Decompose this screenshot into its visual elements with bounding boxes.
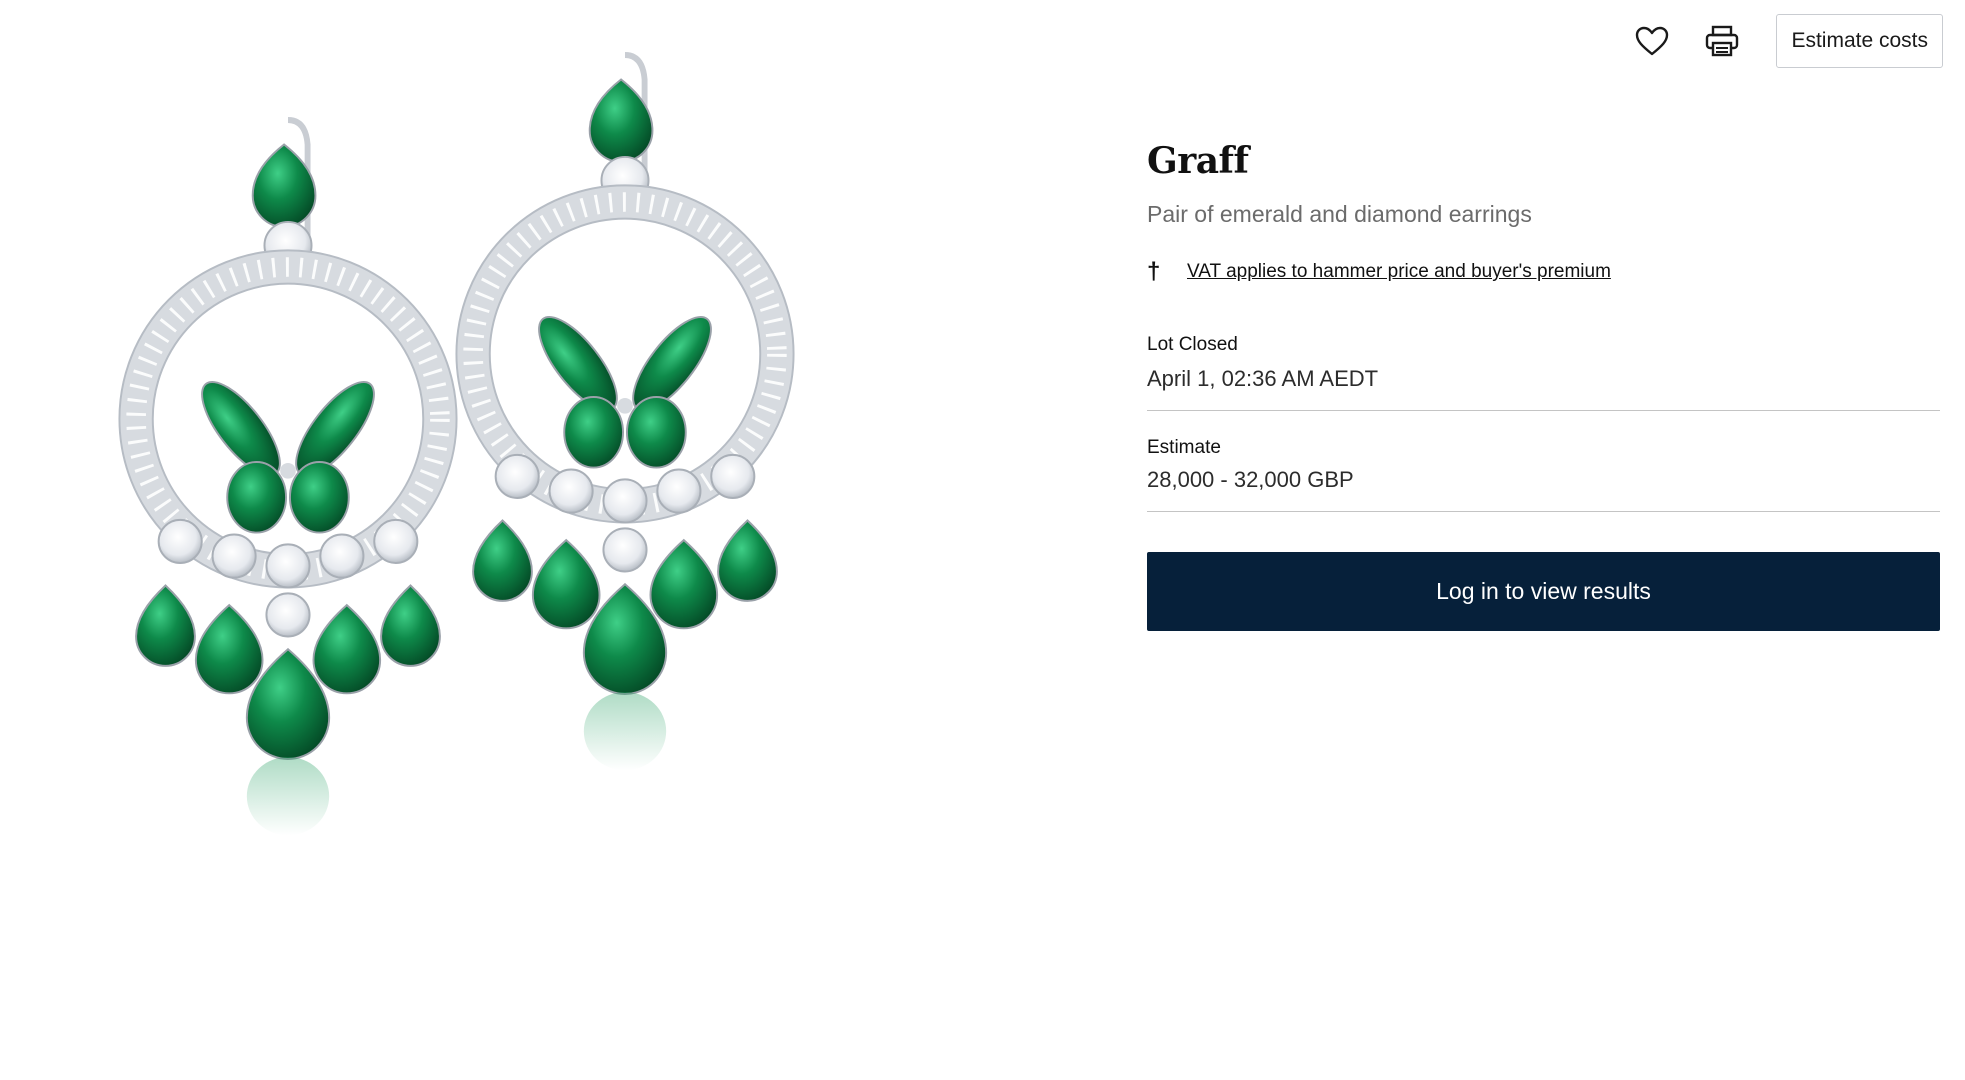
left-earring	[119, 120, 456, 835]
lot-toolbar: Estimate costs	[1630, 14, 1943, 68]
favorite-button[interactable]	[1630, 19, 1674, 63]
vat-notice: † VAT applies to hammer price and buyer'…	[1147, 258, 1940, 286]
estimate-value: 28,000 - 32,000 GBP	[1147, 467, 1354, 493]
login-to-view-results-button[interactable]: Log in to view results	[1147, 552, 1940, 632]
lot-brand: Graff	[1147, 140, 1249, 182]
lot-info-panel: Graff Pair of emerald and diamond earrin…	[1147, 140, 1940, 632]
lot-status-block: Lot Closed April 1, 02:36 AM AEDT	[1147, 334, 1940, 412]
printer-icon	[1706, 25, 1739, 57]
print-button[interactable]	[1700, 19, 1744, 63]
lot-title: Pair of emerald and diamond earrings	[1147, 201, 1532, 228]
estimate-label: Estimate	[1147, 437, 1221, 459]
heart-icon	[1636, 26, 1669, 56]
right-earring	[456, 55, 793, 770]
vat-notice-link[interactable]: VAT applies to hammer price and buyer's …	[1187, 261, 1611, 283]
estimate-costs-button[interactable]: Estimate costs	[1776, 14, 1943, 68]
product-image	[60, 20, 1000, 1080]
estimate-block: Estimate 28,000 - 32,000 GBP	[1147, 437, 1940, 513]
lot-status-label: Lot Closed	[1147, 334, 1238, 356]
lot-page: Estimate costs Graff Pair of emerald and…	[0, 0, 1965, 1080]
lot-closed-time: April 1, 02:36 AM AEDT	[1147, 366, 1379, 392]
dagger-icon: †	[1147, 258, 1161, 286]
